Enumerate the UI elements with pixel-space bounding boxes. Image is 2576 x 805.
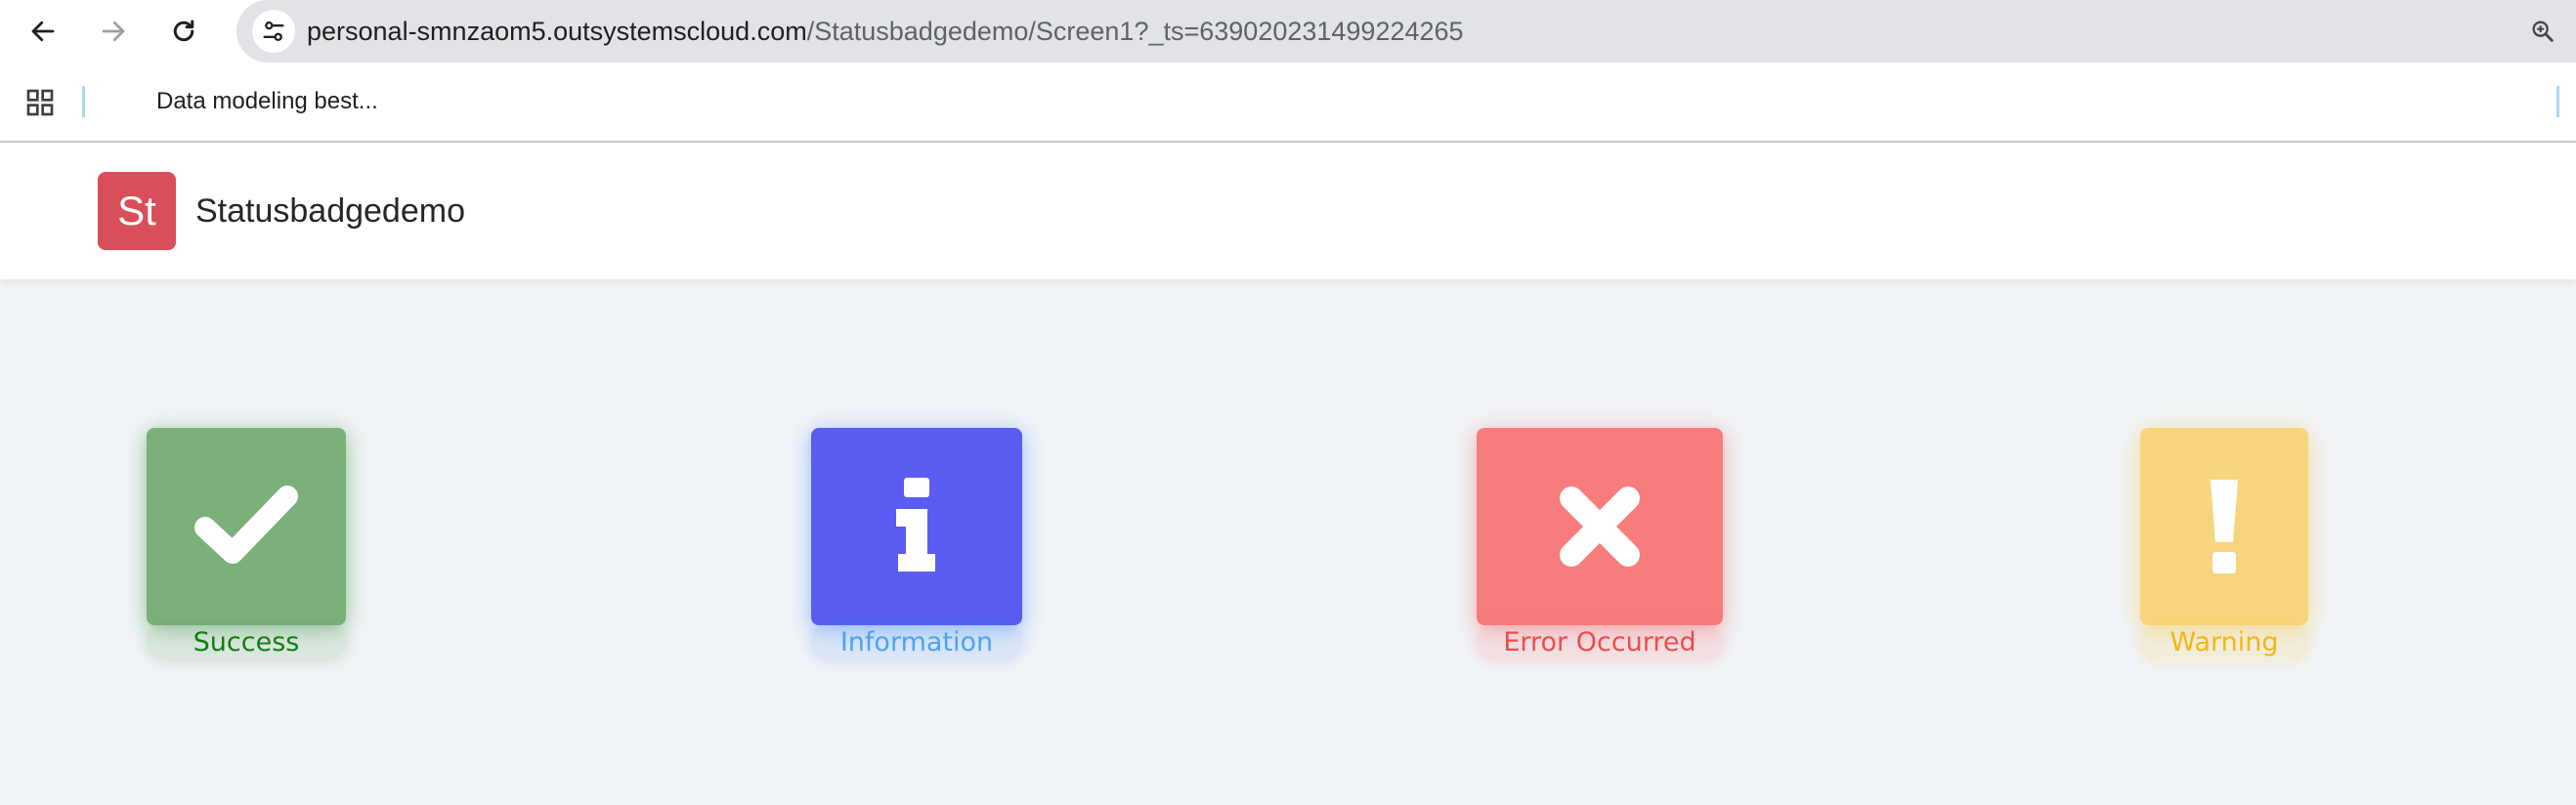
forward-button[interactable] xyxy=(90,8,137,55)
bookmark-separator xyxy=(2556,86,2559,117)
app-logo[interactable]: St xyxy=(98,172,176,250)
information-badge-box xyxy=(811,428,1022,625)
reload-icon xyxy=(173,20,194,42)
url-text[interactable]: personal-smnzaom5.outsystemscloud.com/St… xyxy=(307,14,1464,49)
bookmark-separator xyxy=(82,86,85,117)
warning-badge-box xyxy=(2140,428,2308,625)
zoom-in-icon xyxy=(2532,21,2554,42)
info-icon xyxy=(896,478,935,572)
warning-label: Warning xyxy=(2140,625,2308,660)
address-bar[interactable]: personal-smnzaom5.outsystemscloud.com/St… xyxy=(236,0,2576,63)
checkmark-icon xyxy=(194,486,298,564)
success-label: Success xyxy=(147,625,346,660)
app-title: Statusbadgedemo xyxy=(195,192,465,230)
close-icon xyxy=(1560,487,1640,567)
site-info-button[interactable] xyxy=(252,10,295,53)
bookmark-item[interactable]: Data modeling best... xyxy=(156,86,378,117)
apps-grid-icon xyxy=(26,89,54,116)
error-label: Error Occurred xyxy=(1477,625,1723,660)
tune-icon xyxy=(263,21,284,42)
bookmarks-bar: Data modeling best... xyxy=(0,63,2576,143)
zoom-button[interactable] xyxy=(2521,10,2564,53)
arrow-left-icon xyxy=(31,21,55,42)
arrow-right-icon xyxy=(102,21,125,42)
success-badge-box xyxy=(147,428,346,625)
app-header: St Statusbadgedemo xyxy=(0,143,2576,279)
exclamation-icon xyxy=(2211,480,2238,573)
error-badge-box xyxy=(1477,428,1723,625)
url-path: /Statusbadgedemo/Screen1?_ts=63902023149… xyxy=(806,17,1464,46)
browser-toolbar: personal-smnzaom5.outsystemscloud.com/St… xyxy=(0,0,2576,63)
reload-button[interactable] xyxy=(160,8,207,55)
information-label: Information xyxy=(811,625,1022,660)
apps-button[interactable] xyxy=(21,84,59,121)
url-host: personal-smnzaom5.outsystemscloud.com xyxy=(307,17,807,46)
back-button[interactable] xyxy=(20,8,66,55)
